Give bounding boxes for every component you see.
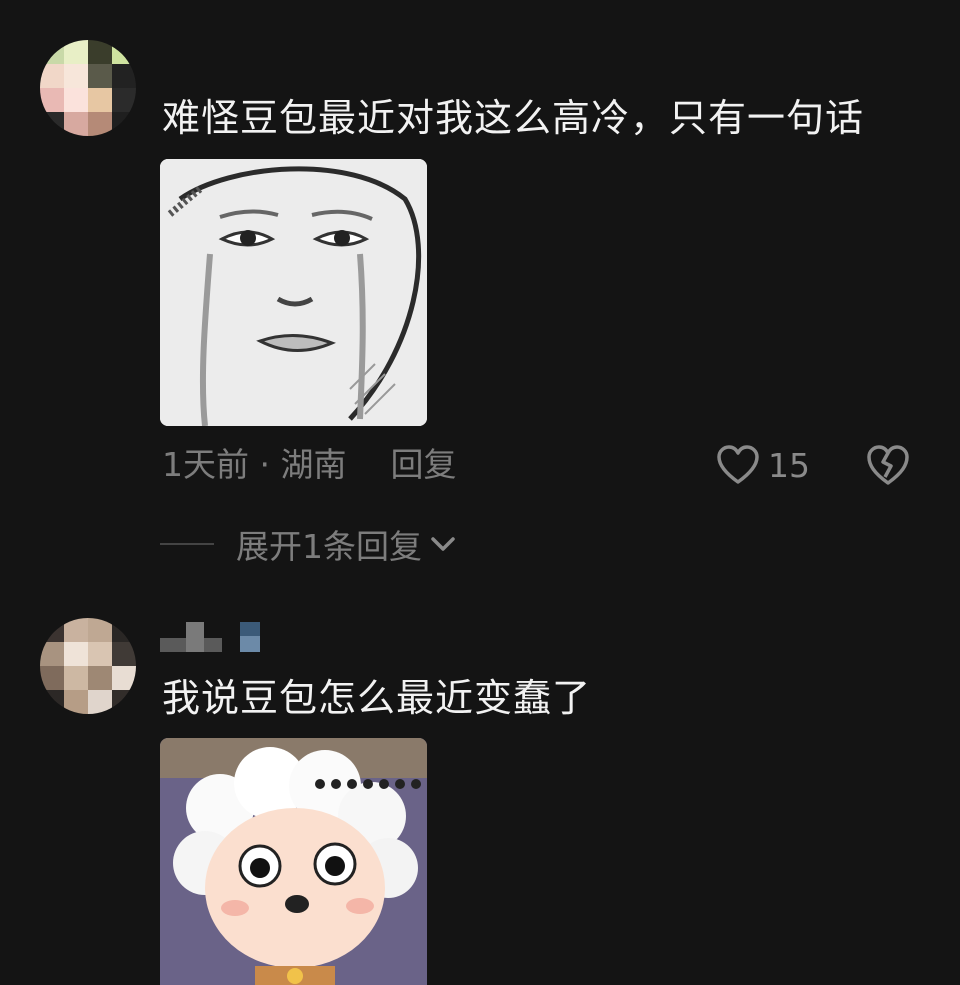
chevron-down-icon [431,537,455,551]
divider-line [160,543,214,545]
lazy-sheep-cartoon-image [160,738,427,985]
meta-separator: · [249,445,281,484]
broken-heart-icon[interactable] [866,444,910,486]
comment-image[interactable] [160,159,427,426]
heart-icon [717,445,759,484]
expand-replies-button[interactable]: 展开1条回复 [160,522,456,566]
comment-list: 难怪豆包最近对我这么高冷，只有一句话 1天前 · 湖南回复 15 展开1条回复 … [0,0,960,985]
comment-image[interactable] [160,738,427,985]
avatar[interactable] [40,618,136,714]
reply-button[interactable]: 回复 [390,445,456,484]
comment-meta: 1天前 · 湖南 回复 [162,444,456,486]
avatar[interactable] [40,40,136,136]
like-button[interactable]: 15 [716,442,810,488]
comment-text: 难怪豆包最近对我这么高冷，只有一句话 [162,96,865,140]
username-blurred [160,622,260,652]
crying-face-meme-image [160,159,427,426]
comment-time: 1天前 [162,445,249,484]
expand-replies-label: 展开1条回复 [236,527,422,566]
like-count: 15 [768,445,810,485]
comment-text: 我说豆包怎么最近变蠢了 [162,676,592,720]
comment-location: 湖南 [280,445,347,484]
